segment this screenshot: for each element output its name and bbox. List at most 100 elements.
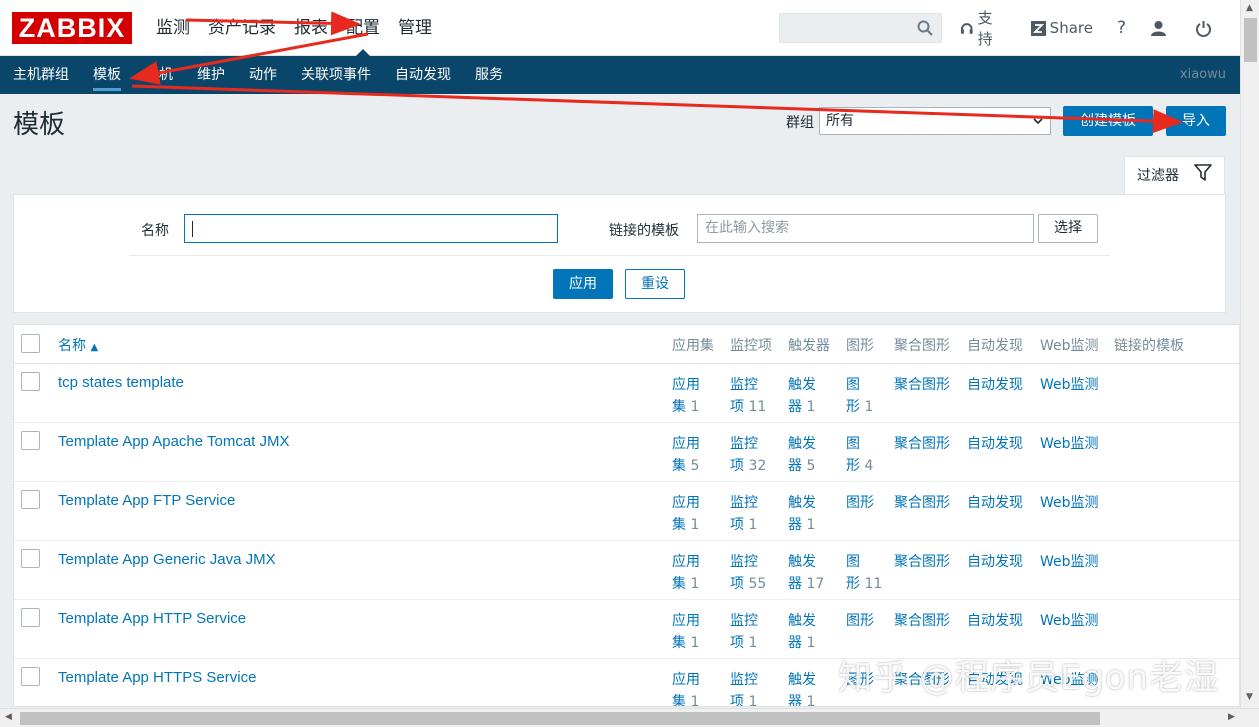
nav-reports[interactable]: 报表 bbox=[285, 0, 337, 56]
select-all-checkbox[interactable] bbox=[21, 334, 40, 353]
discovery-link[interactable]: 自动发现 bbox=[967, 374, 1023, 396]
subnav-services[interactable]: 服务 bbox=[463, 56, 515, 94]
web-link[interactable]: Web监测 bbox=[1040, 551, 1099, 573]
screens-link[interactable]: 聚合图形 bbox=[894, 433, 950, 455]
triggers-link[interactable]: 触发器 5 bbox=[788, 433, 816, 477]
screens-link[interactable]: 聚合图形 bbox=[894, 551, 950, 573]
apply-button[interactable]: 应用 bbox=[553, 269, 613, 299]
graphs-link[interactable]: 图形 bbox=[846, 610, 874, 632]
nav-monitoring[interactable]: 监测 bbox=[156, 0, 199, 56]
row-checkbox[interactable] bbox=[21, 490, 40, 509]
horizontal-scroll-thumb[interactable] bbox=[20, 712, 1100, 725]
user-profile-link[interactable] bbox=[1150, 20, 1171, 37]
applications-link[interactable]: 应用集 1 bbox=[672, 610, 700, 654]
column-header-items: 监控项 bbox=[730, 338, 772, 354]
import-button[interactable]: 导入 bbox=[1166, 106, 1226, 136]
template-name-link[interactable]: tcp states template bbox=[58, 374, 184, 391]
chevron-down-icon bbox=[1033, 118, 1043, 125]
items-link[interactable]: 监控项 1 bbox=[730, 492, 758, 536]
share-link[interactable]: Share bbox=[1030, 19, 1093, 37]
triggers-link[interactable]: 触发器 1 bbox=[788, 374, 816, 418]
nav-administration[interactable]: 管理 bbox=[389, 0, 441, 56]
graphs-link[interactable]: 图形 11 bbox=[846, 551, 882, 595]
row-checkbox[interactable] bbox=[21, 608, 40, 627]
discovery-link[interactable]: 自动发现 bbox=[967, 551, 1023, 573]
items-link[interactable]: 监控项 1 bbox=[730, 669, 758, 706]
column-header-triggers: 触发器 bbox=[788, 338, 830, 354]
subnav-event-correlation[interactable]: 关联项事件 bbox=[289, 56, 383, 94]
table-row: Template App Apache Tomcat JMX 应用集 5 监控项 3… bbox=[14, 423, 1239, 482]
screens-link[interactable]: 聚合图形 bbox=[894, 610, 950, 632]
template-name-link[interactable]: Template App HTTP Service bbox=[58, 610, 246, 627]
subnav-host-groups[interactable]: 主机群组 bbox=[0, 56, 81, 94]
items-link[interactable]: 监控项 1 bbox=[730, 610, 758, 654]
vertical-scrollbar[interactable]: ▲ ▼ bbox=[1240, 0, 1259, 708]
select-button[interactable]: 选择 bbox=[1038, 214, 1098, 243]
filter-tab[interactable]: 过滤器 bbox=[1124, 156, 1225, 195]
group-select[interactable]: 所有 bbox=[819, 107, 1051, 135]
logout-link[interactable] bbox=[1195, 20, 1216, 37]
search-icon[interactable] bbox=[917, 20, 933, 40]
screens-link[interactable]: 聚合图形 bbox=[894, 492, 950, 514]
scroll-down-icon[interactable]: ▼ bbox=[1246, 692, 1253, 702]
create-template-button[interactable]: 创建模板 bbox=[1063, 106, 1153, 136]
row-checkbox[interactable] bbox=[21, 667, 40, 686]
row-checkbox[interactable] bbox=[21, 372, 40, 391]
filter-name-input[interactable] bbox=[184, 214, 558, 243]
subnav-templates[interactable]: 模板 bbox=[81, 56, 133, 94]
discovery-link[interactable]: 自动发现 bbox=[967, 492, 1023, 514]
template-name-link[interactable]: Template App FTP Service bbox=[58, 492, 235, 509]
applications-link[interactable]: 应用集 1 bbox=[672, 669, 700, 706]
triggers-link[interactable]: 触发器 17 bbox=[788, 551, 824, 595]
help-link[interactable]: ? bbox=[1117, 18, 1126, 38]
filter-linked-templates-input[interactable]: 在此输入搜索 bbox=[697, 214, 1034, 243]
web-link[interactable]: Web监测 bbox=[1040, 433, 1099, 455]
horizontal-scrollbar[interactable]: ◀ ▶ bbox=[0, 708, 1259, 727]
row-checkbox[interactable] bbox=[21, 431, 40, 450]
reset-button[interactable]: 重设 bbox=[625, 269, 685, 299]
template-name-link[interactable]: Template App Generic Java JMX bbox=[58, 551, 276, 568]
graphs-link[interactable]: 图形 1 bbox=[846, 374, 873, 418]
items-link[interactable]: 监控项 11 bbox=[730, 374, 766, 418]
applications-link[interactable]: 应用集 5 bbox=[672, 433, 700, 477]
applications-link[interactable]: 应用集 1 bbox=[672, 492, 700, 536]
nav-configuration[interactable]: 配置 bbox=[337, 0, 389, 56]
support-link[interactable]: 支持 bbox=[960, 7, 1007, 49]
triggers-link[interactable]: 触发器 1 bbox=[788, 669, 816, 706]
scroll-up-icon[interactable]: ▲ bbox=[1246, 3, 1253, 13]
discovery-link[interactable]: 自动发现 bbox=[967, 433, 1023, 455]
template-name-link[interactable]: Template App HTTPS Service bbox=[58, 669, 256, 686]
web-link[interactable]: Web监测 bbox=[1040, 610, 1099, 632]
triggers-link[interactable]: 触发器 1 bbox=[788, 492, 816, 536]
items-link[interactable]: 监控项 32 bbox=[730, 433, 766, 477]
graphs-link[interactable]: 图形 4 bbox=[846, 433, 873, 477]
global-search bbox=[779, 13, 942, 43]
scroll-left-icon[interactable]: ◀ bbox=[5, 712, 12, 722]
subnav-maintenance[interactable]: 维护 bbox=[185, 56, 237, 94]
graphs-link[interactable]: 图形 bbox=[846, 492, 874, 514]
row-checkbox[interactable] bbox=[21, 549, 40, 568]
column-header-name[interactable]: 名称 ▲ bbox=[58, 335, 98, 355]
triggers-link[interactable]: 触发器 1 bbox=[788, 610, 816, 654]
subnav-discovery[interactable]: 自动发现 bbox=[383, 56, 463, 94]
search-input[interactable] bbox=[780, 14, 910, 42]
web-link[interactable]: Web监测 bbox=[1040, 374, 1099, 396]
template-name-link[interactable]: Template App Apache Tomcat JMX bbox=[58, 433, 290, 450]
subnav-actions[interactable]: 动作 bbox=[237, 56, 289, 94]
vertical-scroll-thumb[interactable] bbox=[1244, 18, 1257, 62]
power-icon bbox=[1196, 20, 1211, 37]
subnav-hosts[interactable]: 主机 bbox=[133, 56, 185, 94]
zabbix-logo[interactable]: ZABBIX bbox=[12, 12, 132, 44]
items-link[interactable]: 监控项 55 bbox=[730, 551, 766, 595]
screens-link[interactable]: 聚合图形 bbox=[894, 374, 950, 396]
help-icon: ? bbox=[1116, 18, 1126, 38]
discovery-link[interactable]: 自动发现 bbox=[967, 610, 1023, 632]
applications-link[interactable]: 应用集 1 bbox=[672, 374, 700, 418]
scroll-right-icon[interactable]: ▶ bbox=[1228, 712, 1235, 722]
nav-inventory[interactable]: 资产记录 bbox=[199, 0, 285, 56]
main-nav: 监测 资产记录 报表 配置 管理 bbox=[156, 0, 441, 56]
filter-name-label: 名称 bbox=[141, 223, 169, 239]
web-link[interactable]: Web监测 bbox=[1040, 492, 1099, 514]
watermark: 知乎 @程序员Egon老湿 bbox=[838, 658, 1220, 698]
applications-link[interactable]: 应用集 1 bbox=[672, 551, 700, 595]
